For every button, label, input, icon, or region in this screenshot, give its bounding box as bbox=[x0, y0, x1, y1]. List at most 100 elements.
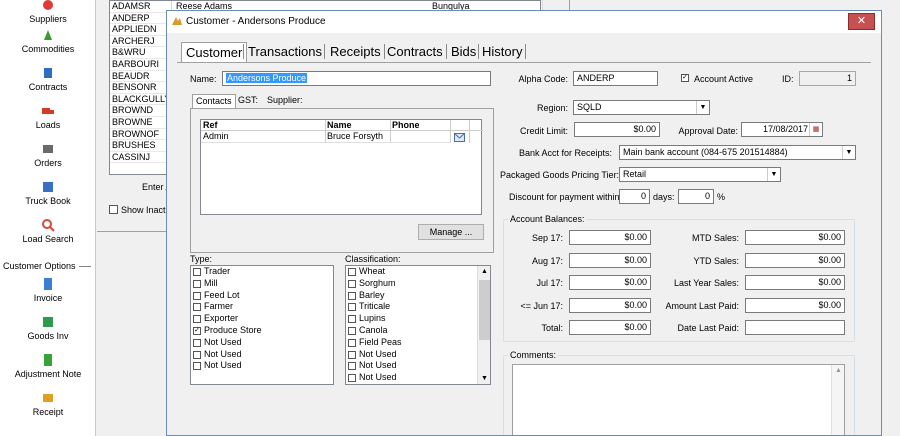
sidebar-item-suppliers[interactable]: Suppliers bbox=[0, 0, 96, 24]
classification-scrollbar[interactable]: ▲ ▼ bbox=[477, 266, 490, 384]
region-select[interactable]: SQLD ▼ bbox=[573, 100, 710, 115]
contact-name-cell[interactable]: Bruce Forsyth bbox=[325, 131, 390, 143]
contact-phone-cell[interactable] bbox=[390, 131, 450, 143]
checkbox-icon[interactable] bbox=[348, 374, 356, 383]
classification-item[interactable]: Triticale bbox=[346, 301, 490, 313]
balance-field-right[interactable]: $0.00 bbox=[745, 297, 845, 313]
sidebar-item-contracts[interactable]: Contracts bbox=[0, 66, 96, 92]
type-item[interactable]: Not Used bbox=[191, 349, 333, 361]
checkbox-icon[interactable] bbox=[193, 279, 201, 288]
checkbox-icon[interactable] bbox=[193, 338, 201, 347]
contact-ref-cell[interactable]: Admin bbox=[201, 131, 325, 143]
checkbox-icon[interactable] bbox=[193, 315, 201, 324]
type-item[interactable]: Mill bbox=[191, 278, 333, 290]
classification-item[interactable]: Lupins bbox=[346, 313, 490, 325]
checkbox-icon[interactable] bbox=[348, 268, 356, 276]
pricing-tier-select[interactable]: Retail ▼ bbox=[619, 167, 781, 182]
type-item[interactable]: Not Used bbox=[191, 337, 333, 349]
sidebar-item-orders[interactable]: Orders bbox=[0, 142, 96, 168]
manage-button[interactable]: Manage ... bbox=[418, 224, 484, 240]
balance-field-left[interactable]: $0.00 bbox=[569, 275, 651, 290]
chevron-down-icon[interactable]: ▼ bbox=[842, 146, 855, 159]
type-item[interactable]: Farmer bbox=[191, 301, 333, 313]
balance-field-left[interactable]: $0.00 bbox=[569, 320, 651, 335]
balance-field-right[interactable]: $0.00 bbox=[745, 230, 845, 245]
classification-item[interactable]: Sorghum bbox=[346, 278, 490, 290]
type-item[interactable]: ✓ Produce Store bbox=[191, 325, 333, 337]
classification-item[interactable]: Not Used bbox=[346, 360, 490, 372]
checkbox-icon[interactable] bbox=[348, 326, 356, 335]
tab-contracts[interactable]: Contracts bbox=[383, 42, 447, 62]
dialog-titlebar[interactable]: Customer - Andersons Produce ✕ bbox=[167, 11, 881, 33]
subtab-contacts[interactable]: Contacts bbox=[192, 94, 236, 108]
dialog-scrollbar[interactable] bbox=[868, 71, 881, 435]
scroll-down-icon[interactable]: ▼ bbox=[481, 375, 488, 382]
checkbox-icon[interactable] bbox=[193, 303, 201, 312]
checkbox-icon[interactable] bbox=[193, 291, 201, 300]
checkbox-icon[interactable] bbox=[193, 268, 201, 276]
tab-bids[interactable]: Bids bbox=[447, 42, 480, 62]
checkbox-icon[interactable] bbox=[348, 303, 356, 312]
balance-field-left[interactable]: $0.00 bbox=[569, 252, 651, 268]
tab-history[interactable]: History bbox=[478, 42, 526, 62]
balance-field-right[interactable]: $0.00 bbox=[745, 252, 845, 268]
checkmark-icon[interactable]: ✓ bbox=[193, 326, 201, 335]
close-button[interactable]: ✕ bbox=[848, 13, 875, 30]
account-active-checkbox[interactable]: ✓ Account Active bbox=[681, 73, 781, 85]
comments-scrollbar[interactable]: ▲ bbox=[831, 365, 844, 435]
type-item[interactable]: Exporter bbox=[191, 313, 333, 325]
classification-item[interactable]: Field Peas bbox=[346, 337, 490, 349]
sidebar-item-commodities[interactable]: Commodities bbox=[0, 28, 96, 54]
chevron-down-icon[interactable]: ▼ bbox=[767, 168, 780, 181]
sidebar-item-load-search[interactable]: Load Search bbox=[0, 218, 96, 244]
tab-customer[interactable]: Customer bbox=[181, 42, 248, 62]
alpha-code-input[interactable]: ANDERP bbox=[573, 71, 658, 86]
classification-item[interactable]: Not Used bbox=[346, 372, 490, 384]
classification-item[interactable]: Wheat bbox=[346, 266, 490, 278]
chevron-down-icon[interactable]: ▼ bbox=[696, 101, 709, 114]
checkbox-icon[interactable] bbox=[348, 362, 356, 371]
sidebar-item-invoice[interactable]: Invoice bbox=[0, 277, 96, 303]
scroll-up-icon[interactable]: ▲ bbox=[835, 367, 842, 374]
scroll-up-icon[interactable]: ▲ bbox=[481, 268, 488, 275]
classification-listbox[interactable]: Wheat Sorghum Barley Triticale Lupins Canola F… bbox=[345, 265, 491, 385]
classification-item[interactable]: Not Used bbox=[346, 349, 490, 361]
sidebar-item-loads[interactable]: Loads bbox=[0, 104, 96, 130]
type-item[interactable]: Not Used bbox=[191, 360, 333, 372]
balance-field-left[interactable]: $0.00 bbox=[569, 297, 651, 313]
calendar-icon[interactable]: ▦ bbox=[809, 123, 822, 136]
envelope-icon[interactable] bbox=[454, 133, 465, 142]
subtab-supplier[interactable]: Supplier: bbox=[264, 94, 306, 108]
type-item[interactable]: Feed Lot bbox=[191, 290, 333, 302]
classification-item[interactable]: Canola bbox=[346, 325, 490, 337]
checkbox-icon[interactable] bbox=[348, 279, 356, 288]
sidebar-item-receipt[interactable]: Receipt bbox=[0, 391, 96, 417]
approval-date-input[interactable]: 17/08/2017 ▦ bbox=[741, 122, 823, 137]
checkbox-icon[interactable] bbox=[348, 291, 356, 300]
tab-transactions[interactable]: Transactions bbox=[244, 42, 326, 62]
balance-field-left[interactable]: $0.00 bbox=[569, 230, 651, 245]
subtab-gst[interactable]: GST: bbox=[235, 94, 261, 108]
name-input[interactable]: Andersons Produce bbox=[222, 71, 491, 86]
contacts-grid[interactable]: Ref Name Phone Admin Bruce Forsyth bbox=[200, 119, 483, 215]
discount-days-input[interactable]: 0 bbox=[619, 189, 650, 204]
discount-pct-input[interactable]: 0 bbox=[678, 189, 714, 204]
classification-item[interactable]: Barley bbox=[346, 290, 490, 302]
tab-receipts[interactable]: Receipts bbox=[326, 42, 385, 62]
comments-textarea[interactable]: ▲ bbox=[512, 364, 845, 435]
checkbox-icon[interactable] bbox=[348, 315, 356, 324]
balance-field-right[interactable]: $0.00 bbox=[745, 275, 845, 290]
checkbox-icon[interactable] bbox=[193, 350, 201, 359]
sidebar-item-adjustment-note[interactable]: Adjustment Note bbox=[0, 353, 96, 379]
credit-limit-input[interactable]: $0.00 bbox=[574, 122, 660, 137]
bank-acct-select[interactable]: Main bank account (084-675 201514884) ▼ bbox=[619, 145, 856, 160]
type-listbox[interactable]: Trader Mill Feed Lot Farmer Exporter ✓ Produce… bbox=[190, 265, 334, 385]
checkbox-icon[interactable] bbox=[348, 338, 356, 347]
checkbox-icon[interactable] bbox=[348, 350, 356, 359]
checkbox-icon[interactable] bbox=[193, 362, 201, 371]
sidebar-item-truck-book[interactable]: Truck Book bbox=[0, 180, 96, 206]
classification-scroll-thumb[interactable] bbox=[479, 280, 490, 340]
sidebar-item-goods-inv[interactable]: Goods Inv bbox=[0, 315, 96, 341]
type-item[interactable]: Trader bbox=[191, 266, 333, 278]
balance-field-right[interactable] bbox=[745, 320, 845, 335]
